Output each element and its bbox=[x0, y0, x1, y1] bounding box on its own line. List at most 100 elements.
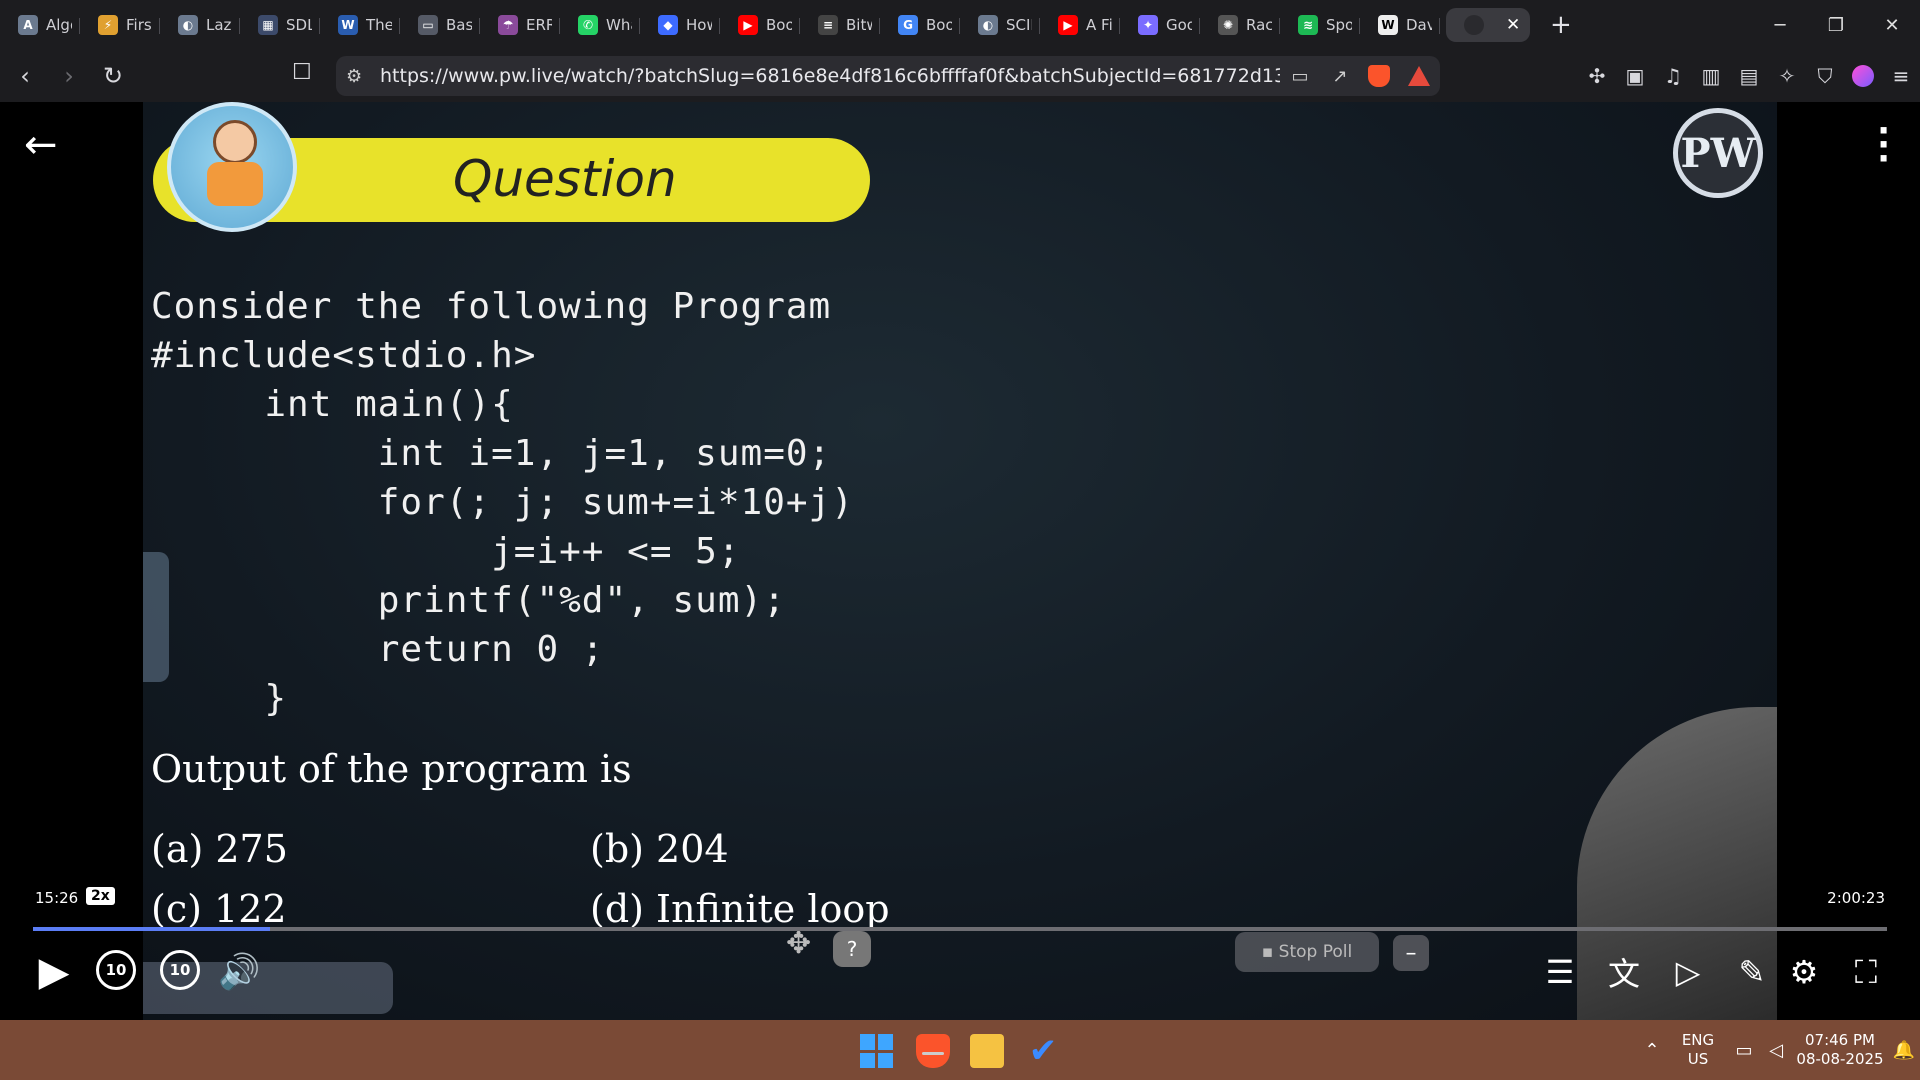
sidebar-icon[interactable]: ▥ bbox=[1692, 64, 1730, 88]
tab-title: Wha bbox=[606, 16, 632, 34]
browser-tab[interactable]: ▦ SDL bbox=[240, 8, 320, 42]
volume-icon[interactable]: 🔊 bbox=[218, 952, 260, 992]
stop-poll-button[interactable]: ▪ Stop Poll bbox=[1235, 932, 1379, 972]
new-tab-button[interactable]: + bbox=[1550, 10, 1580, 40]
active-app-indicator bbox=[922, 1052, 944, 1055]
leo-icon[interactable] bbox=[1852, 65, 1874, 87]
browser-tab[interactable]: ▶ Boo bbox=[720, 8, 800, 42]
vpn-icon[interactable]: ⛉ bbox=[1806, 64, 1844, 88]
slides-icon[interactable]: ▷ bbox=[1666, 952, 1710, 992]
clock[interactable]: 07:46 PM 08-08-2025 bbox=[1792, 1031, 1888, 1069]
browser-tab[interactable]: ▶ A Fi bbox=[1040, 8, 1120, 42]
browser-tab[interactable]: A Algo bbox=[0, 8, 80, 42]
clock-date: 08-08-2025 bbox=[1796, 1050, 1884, 1068]
browser-tab[interactable]: W The bbox=[320, 8, 400, 42]
wallet-icon[interactable]: ▤ bbox=[1730, 64, 1768, 88]
browser-tab[interactable]: ⚡ First bbox=[80, 8, 160, 42]
share-icon[interactable]: ↗ bbox=[1320, 66, 1360, 87]
browser-tab[interactable]: ✺ Rac bbox=[1200, 8, 1280, 42]
windows-start-icon[interactable] bbox=[860, 1034, 894, 1068]
file-explorer-icon[interactable] bbox=[970, 1034, 1004, 1068]
code-line: return 0 ; bbox=[151, 629, 605, 670]
tab-favicon-icon: ☂ bbox=[498, 15, 518, 35]
brave-taskbar-icon[interactable] bbox=[916, 1034, 950, 1068]
tab-list: A Algo ⚡ First ◐ Lazy ▦ SDL W The ▭ Basi ☂ ERR ✆ Wha ◆ Ho… bbox=[0, 8, 1530, 42]
url-text[interactable]: https://www.pw.live/watch/?batchSlug=681… bbox=[380, 65, 1280, 87]
brave-shields-icon[interactable] bbox=[1368, 65, 1390, 87]
browser-tab[interactable]: ☂ ERR bbox=[480, 8, 560, 42]
loading-favicon-icon bbox=[1464, 15, 1484, 35]
browser-tab[interactable]: ✆ Wha bbox=[560, 8, 640, 42]
menu-icon[interactable]: ≡ bbox=[1882, 64, 1920, 88]
tab-favicon-icon: W bbox=[338, 15, 358, 35]
back-arrow-icon[interactable]: ← bbox=[24, 122, 58, 168]
move-icon[interactable]: ✥ bbox=[786, 926, 811, 961]
address-bar[interactable]: ⚙ https://www.pw.live/watch/?batchSlug=6… bbox=[336, 56, 1440, 96]
tab-title: SDL bbox=[286, 16, 312, 34]
browser-tab[interactable]: ✦ Goo bbox=[1120, 8, 1200, 42]
play-icon[interactable]: ▶ bbox=[32, 949, 76, 995]
forward-10-icon[interactable]: 10 bbox=[160, 950, 200, 990]
browser-tab[interactable]: ≋ Spo bbox=[1280, 8, 1360, 42]
close-window-icon[interactable]: ✕ bbox=[1864, 0, 1920, 50]
notes-icon[interactable]: ✎ bbox=[1730, 952, 1774, 992]
tab-title: Goo bbox=[1166, 16, 1192, 34]
reload-icon[interactable]: ↻ bbox=[94, 57, 132, 95]
site-info-icon[interactable]: ⚙ bbox=[346, 66, 380, 87]
tray-overflow-icon[interactable]: ⌃ bbox=[1636, 1040, 1668, 1061]
network-icon[interactable]: ▭ bbox=[1728, 1040, 1760, 1061]
browser-tab[interactable]: ▭ Basi bbox=[400, 8, 480, 42]
code-line: for(; j; sum+=i*10+j) bbox=[151, 482, 854, 523]
progress-fill bbox=[33, 927, 271, 931]
back-icon[interactable]: ‹ bbox=[6, 57, 44, 95]
browser-tab[interactable]: ◐ Lazy bbox=[160, 8, 240, 42]
tab-title: Rac bbox=[1246, 16, 1272, 34]
minimize-icon[interactable]: ─ bbox=[1752, 0, 1808, 50]
fullscreen-icon[interactable]: ⛶ bbox=[1844, 952, 1888, 992]
tab-title: How bbox=[686, 16, 712, 34]
option-b: (b) 204 bbox=[590, 827, 729, 871]
question-title: Question bbox=[453, 150, 677, 208]
help-button[interactable]: ? bbox=[833, 931, 871, 967]
bookmark-icon[interactable]: ☐ bbox=[292, 60, 312, 85]
tab-favicon-icon: ◐ bbox=[178, 15, 198, 35]
drawer-handle[interactable] bbox=[143, 552, 169, 682]
brave-rewards-icon[interactable] bbox=[1408, 66, 1430, 86]
settings-icon[interactable]: ⚙ bbox=[1782, 952, 1826, 992]
browser-tab[interactable]: ◆ How bbox=[640, 8, 720, 42]
lecture-video-frame: Question PW Consider the following Progr… bbox=[143, 102, 1777, 1020]
tab-title: Lazy bbox=[206, 16, 232, 34]
browser-tab[interactable]: G Boo bbox=[880, 8, 960, 42]
toolbar-extensions: ✣ ▣ ♫ ▥ ▤ ✧ ⛉ ≡ bbox=[1578, 58, 1920, 94]
todo-icon[interactable]: ✔ bbox=[1026, 1034, 1060, 1068]
collapse-poll-button[interactable]: – bbox=[1393, 935, 1429, 971]
tab-title: The bbox=[366, 16, 392, 34]
chat-icon[interactable]: ☰ bbox=[1538, 952, 1582, 992]
close-tab-icon[interactable]: ✕ bbox=[1506, 15, 1520, 35]
tab-strip: A Algo ⚡ First ◐ Lazy ▦ SDL W The ▭ Basi ☂ ERR ✆ Wha ◆ Ho… bbox=[0, 0, 1920, 50]
cast-icon[interactable]: ▭ bbox=[1280, 66, 1320, 87]
tab-title: Bitw bbox=[846, 16, 872, 34]
progress-bar[interactable] bbox=[33, 927, 1887, 931]
restore-icon[interactable]: ❐ bbox=[1808, 0, 1864, 50]
browser-tab[interactable]: W Dav bbox=[1360, 8, 1440, 42]
video-player[interactable]: ← · · · Question PW Consider the following… bbox=[0, 102, 1920, 1020]
speed-badge[interactable]: 2x bbox=[86, 887, 115, 905]
forward-icon[interactable]: › bbox=[50, 57, 88, 95]
language-indicator[interactable]: ENG US bbox=[1668, 1031, 1728, 1069]
media-icon[interactable]: ♫ bbox=[1654, 64, 1692, 88]
translate-icon[interactable]: 文 bbox=[1602, 952, 1646, 993]
rewind-10-icon[interactable]: 10 bbox=[96, 950, 136, 990]
ai-icon[interactable]: ✧ bbox=[1768, 64, 1806, 88]
browser-tab[interactable]: ◐ SCII bbox=[960, 8, 1040, 42]
total-time: 2:00:23 bbox=[1827, 889, 1885, 907]
active-tab[interactable]: ✕ bbox=[1446, 8, 1530, 42]
browser-tab[interactable]: ≡ Bitw bbox=[800, 8, 880, 42]
speaker-icon[interactable]: ◁ bbox=[1760, 1040, 1792, 1061]
question-prompt: Output of the program is bbox=[151, 747, 632, 791]
tab-favicon-icon: ✺ bbox=[1218, 15, 1238, 35]
notification-bell-icon[interactable]: 🔔 bbox=[1888, 1040, 1920, 1061]
extensions-icon[interactable]: ✣ bbox=[1578, 64, 1616, 88]
more-options-icon[interactable]: · · · bbox=[1877, 114, 1890, 176]
reader-icon[interactable]: ▣ bbox=[1616, 64, 1654, 88]
